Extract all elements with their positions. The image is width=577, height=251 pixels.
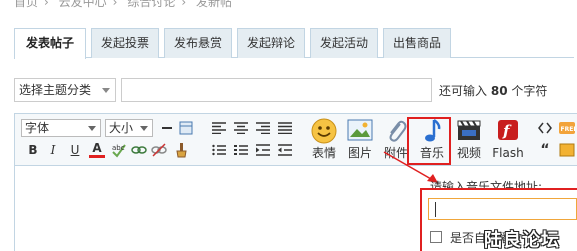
horizontal-rule-icon[interactable] — [159, 120, 175, 136]
breadcrumb-item[interactable]: 云友中心 — [59, 0, 107, 9]
quote-icon[interactable]: “ — [537, 142, 553, 158]
ordered-list-icon[interactable] — [211, 142, 227, 158]
flash-label: Flash — [492, 146, 524, 160]
font-family-select[interactable]: 字体 — [21, 119, 101, 137]
editor-toolbar: 字体 大小 B I U A abc 表情 图片 附件 音乐 视频 f Flash… — [15, 114, 577, 166]
align-justify-icon[interactable] — [277, 120, 293, 136]
emoticon-button[interactable]: 表情 — [307, 118, 341, 164]
music-url-input[interactable] — [428, 198, 577, 220]
bold-button[interactable]: B — [25, 142, 41, 158]
breadcrumb: 首页 › 云友中心 › 综合讨论 › 发新帖 — [14, 0, 238, 9]
chevron-down-icon — [140, 126, 148, 131]
subject-input[interactable] — [121, 78, 432, 102]
align-left-icon[interactable] — [211, 120, 227, 136]
char-counter-count: 80 — [490, 84, 508, 98]
unlink-icon[interactable] — [151, 142, 167, 158]
tab-reward[interactable]: 发布悬赏 — [164, 28, 232, 58]
clapperboard-icon — [452, 118, 486, 146]
tab-debate[interactable]: 发起辩论 — [237, 28, 305, 58]
video-button[interactable]: 视频 — [452, 118, 486, 164]
breadcrumb-item: 发新帖 — [195, 0, 232, 9]
free-icon[interactable]: FREE — [559, 120, 575, 136]
emoticon-label: 表情 — [311, 146, 336, 160]
subject-row: 选择主题分类 还可输入 80 个字符 — [14, 78, 574, 102]
align-center-icon[interactable] — [233, 120, 249, 136]
underline-button[interactable]: U — [67, 142, 83, 158]
format-brush-icon[interactable] — [173, 142, 189, 158]
font-size-select[interactable]: 大小 — [105, 119, 153, 137]
svg-text:FREE: FREE — [561, 126, 576, 133]
font-family-label: 字体 — [25, 121, 50, 135]
video-label: 视频 — [456, 146, 481, 160]
text-cursor — [435, 202, 436, 217]
table-icon[interactable] — [178, 120, 194, 136]
post-type-tabs: 发表帖子 发起投票 发布悬赏 发起辩论 发起活动 出售商品 — [14, 28, 574, 59]
char-counter: 还可输入 80 个字符 — [439, 82, 547, 99]
tab-activity[interactable]: 发起活动 — [310, 28, 378, 58]
svg-text:abc: abc — [112, 144, 125, 152]
site-watermark: 陆良论坛 — [484, 230, 560, 251]
topic-category-value: 选择主题分类 — [19, 83, 92, 97]
hide-content-icon[interactable] — [559, 142, 575, 158]
code-icon[interactable] — [537, 120, 553, 136]
topic-category-select[interactable]: 选择主题分类 — [14, 78, 116, 102]
char-counter-suffix: 个字符 — [511, 84, 548, 98]
music-button-highlight — [407, 117, 451, 165]
breadcrumb-item[interactable]: 首页 — [14, 0, 38, 9]
indent-icon[interactable] — [255, 142, 271, 158]
link-icon[interactable] — [131, 142, 147, 158]
unordered-list-icon[interactable] — [233, 142, 249, 158]
flash-icon: f — [489, 118, 527, 146]
font-size-label: 大小 — [109, 121, 134, 135]
tab-trade[interactable]: 出售商品 — [383, 28, 451, 58]
image-icon — [343, 118, 377, 146]
smiley-icon — [307, 118, 341, 146]
autoplay-checkbox[interactable] — [430, 231, 442, 243]
tab-poll[interactable]: 发起投票 — [91, 28, 159, 58]
align-right-icon[interactable] — [255, 120, 271, 136]
chevron-down-icon — [88, 126, 96, 131]
italic-button[interactable]: I — [45, 142, 61, 158]
flash-button[interactable]: f Flash — [489, 118, 527, 164]
font-color-button[interactable]: A — [89, 141, 105, 158]
outdent-icon[interactable] — [277, 142, 293, 158]
image-button[interactable]: 图片 — [343, 118, 377, 164]
breadcrumb-item[interactable]: 综合讨论 — [127, 0, 175, 9]
tab-post[interactable]: 发表帖子 — [14, 28, 86, 59]
char-counter-prefix: 还可输入 — [439, 84, 488, 98]
image-label: 图片 — [347, 146, 372, 160]
spellcheck-icon[interactable]: abc — [111, 142, 127, 158]
chevron-down-icon — [102, 88, 110, 93]
